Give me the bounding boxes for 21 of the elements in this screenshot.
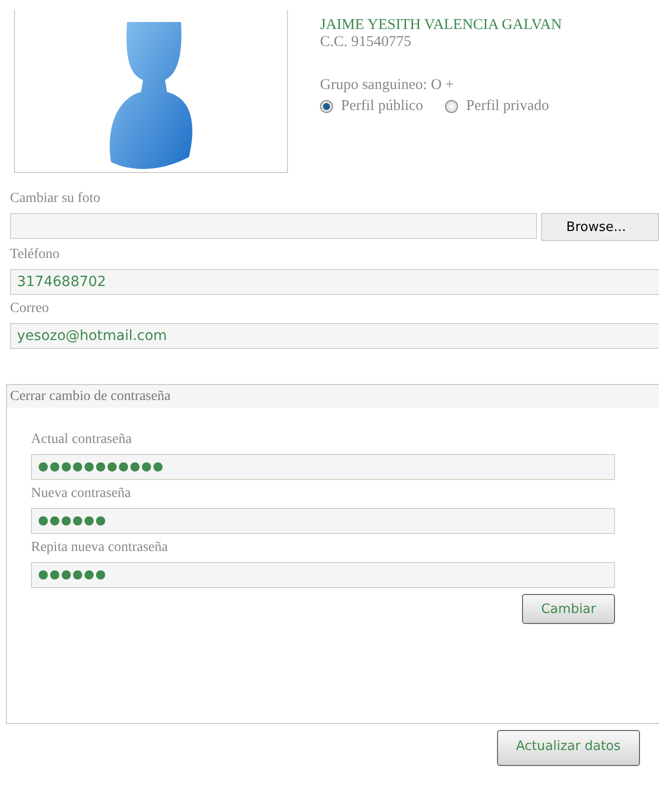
blood-type: Grupo sanguineo: O + <box>320 77 455 94</box>
file-field[interactable] <box>10 213 538 239</box>
field-label: Correo <box>10 301 50 317</box>
field-label: Repita nueva contraseña <box>31 540 169 556</box>
password-field[interactable]: ●●●●●●●●●●● <box>31 454 615 480</box>
field-label: Nueva contraseña <box>31 486 132 502</box>
input-field[interactable]: yesozo@hotmail.com <box>10 323 659 349</box>
field-label: Cambiar su foto <box>10 191 102 207</box>
update-button[interactable]: Actualizar datos <box>497 730 640 766</box>
id-number: C.C. 91540775 <box>320 34 412 51</box>
user-name: JAIME YESITH VALENCIA GALVAN <box>320 17 562 34</box>
profile-radio[interactable]: Perfil público <box>320 98 424 115</box>
browse-button[interactable]: Browse... <box>541 213 659 241</box>
profile-radio[interactable]: Perfil privado <box>445 98 549 115</box>
change-button[interactable]: Cambiar <box>522 594 615 624</box>
password-field[interactable]: ●●●●●● <box>31 508 615 534</box>
field-label: Actual contraseña <box>31 432 133 448</box>
password-field[interactable]: ●●●●●● <box>31 562 615 588</box>
input-field[interactable]: 3174688702 <box>10 269 659 295</box>
field-label: Teléfono <box>10 247 61 263</box>
panel-toggle[interactable]: Cerrar cambio de contraseña <box>7 385 659 408</box>
